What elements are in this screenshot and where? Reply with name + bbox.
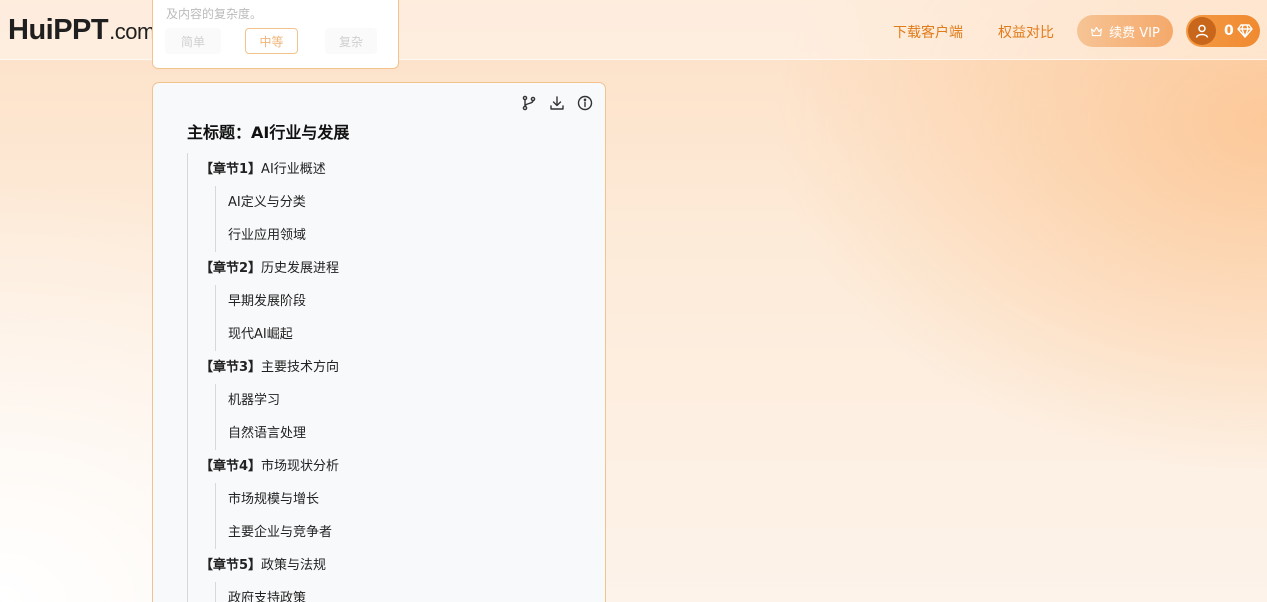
- chapter-4: 【章节4】市场现状分析 市场规模与增长 主要企业与竞争者: [200, 450, 577, 549]
- section-item[interactable]: 机器学习: [228, 384, 577, 417]
- chapter-heading[interactable]: 【章节3】主要技术方向: [200, 351, 577, 384]
- chapter-tag: 【章节1】: [200, 162, 262, 177]
- section-item[interactable]: 市场规模与增长: [228, 483, 577, 516]
- chapter-heading[interactable]: 【章节4】市场现状分析: [200, 450, 577, 483]
- logo-text: HuiPPT: [8, 14, 109, 46]
- renew-vip-label: 续费 VIP: [1109, 25, 1160, 41]
- renew-vip-button[interactable]: 续费 VIP: [1077, 15, 1173, 47]
- diamond-icon: [1237, 24, 1253, 38]
- section-item[interactable]: 自然语言处理: [228, 417, 577, 450]
- option-complex[interactable]: 复杂: [325, 28, 377, 54]
- chapter-5: 【章节5】政策与法规 政府支持政策: [200, 549, 577, 602]
- complexity-description: 及内容的复杂度。: [166, 7, 263, 21]
- complexity-card: 及内容的复杂度。 简单 中等 复杂: [152, 0, 399, 69]
- chapter-name: 主要技术方向: [261, 360, 340, 375]
- chapter-tag: 【章节4】: [200, 459, 262, 474]
- site-logo[interactable]: HuiPPT .com: [8, 14, 155, 47]
- section-item[interactable]: 行业应用领域: [228, 219, 577, 252]
- coin-count: 0: [1224, 23, 1234, 39]
- option-medium[interactable]: 中等: [245, 28, 298, 54]
- chapter-2: 【章节2】历史发展进程 早期发展阶段 现代AI崛起: [200, 252, 577, 351]
- download-icon[interactable]: [549, 95, 565, 111]
- section-list: 早期发展阶段 现代AI崛起: [215, 285, 577, 351]
- chapter-1: 【章节1】AI行业概述 AI定义与分类 行业应用领域: [200, 153, 577, 252]
- download-client-link[interactable]: 下载客户端: [893, 22, 963, 42]
- logo-suffix: .com: [109, 19, 155, 44]
- info-icon[interactable]: [577, 95, 593, 111]
- section-item[interactable]: 主要企业与竞争者: [228, 516, 577, 549]
- chapter-name: 市场现状分析: [261, 459, 340, 474]
- chapter-heading[interactable]: 【章节2】历史发展进程: [200, 252, 577, 285]
- chapter-name: 政策与法规: [261, 558, 327, 573]
- outline-tree: 【章节1】AI行业概述 AI定义与分类 行业应用领域 【章节2】历史发展进程 早…: [187, 153, 577, 602]
- section-list: 机器学习 自然语言处理: [215, 384, 577, 450]
- chapter-heading[interactable]: 【章节1】AI行业概述: [200, 153, 577, 186]
- user-avatar-icon: [1188, 17, 1216, 45]
- section-item[interactable]: 早期发展阶段: [228, 285, 577, 318]
- section-list: AI定义与分类 行业应用领域: [215, 186, 577, 252]
- outline-card: 主标题：AI行业与发展 【章节1】AI行业概述 AI定义与分类 行业应用领域 【…: [152, 82, 606, 602]
- section-item[interactable]: 现代AI崛起: [228, 318, 577, 351]
- outline-main-title: 主标题：AI行业与发展: [187, 123, 350, 142]
- chapter-name: 历史发展进程: [261, 261, 340, 276]
- chapter-heading[interactable]: 【章节5】政策与法规: [200, 549, 577, 582]
- chapter-3: 【章节3】主要技术方向 机器学习 自然语言处理: [200, 351, 577, 450]
- chapter-tag: 【章节2】: [200, 261, 262, 276]
- chapter-tag: 【章节3】: [200, 360, 262, 375]
- chapter-name: AI行业概述: [261, 162, 326, 177]
- section-list: 市场规模与增长 主要企业与竞争者: [215, 483, 577, 549]
- branch-icon[interactable]: [521, 95, 537, 111]
- option-simple[interactable]: 简单: [165, 28, 221, 54]
- section-item[interactable]: 政府支持政策: [228, 582, 577, 602]
- benefits-compare-link[interactable]: 权益对比: [998, 22, 1054, 42]
- user-account-button[interactable]: 0: [1186, 15, 1260, 47]
- crown-icon: [1090, 25, 1103, 38]
- section-item[interactable]: AI定义与分类: [228, 186, 577, 219]
- section-list: 政府支持政策: [215, 582, 577, 602]
- chapter-tag: 【章节5】: [200, 558, 262, 573]
- card-toolbar: [521, 95, 593, 111]
